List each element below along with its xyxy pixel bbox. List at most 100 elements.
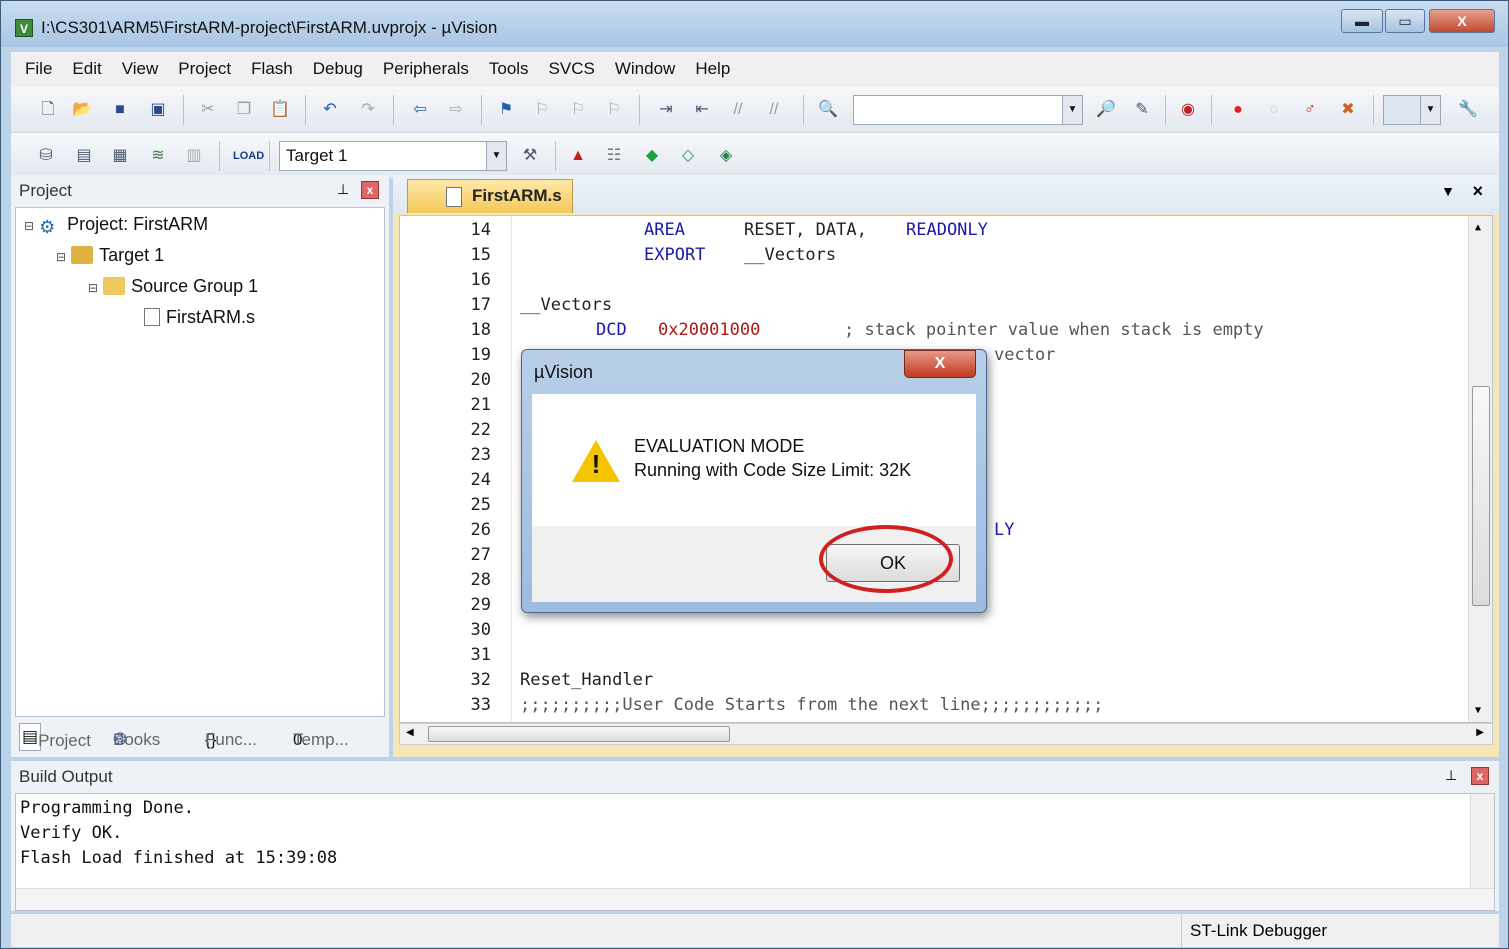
new-file-icon[interactable]: 🗋 — [37, 99, 59, 121]
line-number: 14 — [470, 220, 491, 240]
window-layout-dropdown[interactable]: ▼ — [1383, 95, 1441, 125]
build-output-text[interactable]: Programming Done. Verify OK. Flash Load … — [15, 793, 1495, 911]
line-number: 29 — [470, 595, 491, 615]
undo-icon[interactable]: ↶ — [319, 99, 341, 121]
tree-item-source-group[interactable]: ⊟ Source Group 1 — [88, 276, 258, 297]
comment-icon[interactable]: // — [727, 99, 749, 121]
scroll-down-icon[interactable]: ▼ — [1475, 705, 1481, 716]
menu-svcs[interactable]: SVCS — [539, 52, 605, 86]
editor-tab-bar: FirstARM.s ▼ × — [393, 175, 1499, 213]
select-packs-icon[interactable]: ☷ — [603, 145, 625, 167]
configure-icon[interactable]: 🔧 — [1457, 99, 1479, 121]
stop-build-icon[interactable]: ▥ — [183, 145, 205, 167]
close-panel-icon[interactable]: x — [1471, 767, 1489, 785]
cut-icon[interactable]: ✂ — [197, 99, 219, 121]
navigate-forward-icon[interactable]: ⇨ — [445, 99, 467, 121]
toolbar-file: 🗋 📂 ■ ▣ ✂ ❐ 📋 ↶ ↷ ⇦ ⇨ ⚑ ⚐ ⚐ ⚐ ⇥ ⇤ // // … — [11, 87, 1499, 133]
tree-item-project[interactable]: ⊟ ⚙ Project: FirstARM — [24, 214, 208, 237]
disable-breakpoint-icon[interactable]: ○ — [1263, 99, 1285, 121]
status-bar: ST-Link Debugger — [11, 913, 1499, 948]
menu-debug[interactable]: Debug — [303, 52, 373, 86]
open-file-icon[interactable]: 📂 — [71, 99, 93, 121]
dialog-body: ! EVALUATION MODE Running with Code Size… — [532, 394, 976, 526]
find-combo[interactable]: ▼ — [853, 95, 1083, 125]
rebuild-icon[interactable]: ▦ — [109, 145, 131, 167]
prev-bookmark-icon[interactable]: ⚐ — [531, 99, 553, 121]
load-download-icon[interactable]: LOAD — [233, 145, 264, 167]
clear-bookmarks-icon[interactable]: ⚐ — [603, 99, 625, 121]
breakpoint-icon[interactable]: ● — [1227, 99, 1249, 121]
close-button[interactable]: X — [1429, 9, 1495, 33]
scroll-left-icon[interactable]: ◀ — [406, 727, 414, 738]
disable-all-breakpoints-icon[interactable]: ♂ — [1299, 99, 1321, 121]
paste-icon[interactable]: 📋 — [269, 99, 291, 121]
code-line: ;;;;;;;;;;User Code Starts from the next… — [520, 695, 1104, 715]
save-all-icon[interactable]: ▣ — [147, 99, 169, 121]
chevron-down-icon[interactable]: ▼ — [486, 142, 506, 170]
menu-tools[interactable]: Tools — [479, 52, 539, 86]
translate-icon[interactable]: ⛁ — [35, 145, 57, 167]
uncomment-icon[interactable]: // — [763, 99, 785, 121]
project-icon: ⚙ — [39, 217, 56, 237]
tab-list-chevron-icon[interactable]: ▼ — [1441, 183, 1455, 199]
menu-project[interactable]: Project — [168, 52, 241, 86]
tree-item-file[interactable]: FirstARM.s — [144, 307, 255, 328]
incremental-find-icon[interactable]: 🔎 — [1095, 99, 1117, 121]
debug-session-icon[interactable]: ✎ — [1131, 99, 1153, 121]
tab-project[interactable]: ▤ Project — [19, 723, 91, 751]
tree-item-target[interactable]: ⊟ Target 1 — [56, 245, 164, 266]
indent-icon[interactable]: ⇥ — [655, 99, 677, 121]
tab-firstarm-s[interactable]: FirstARM.s — [407, 179, 573, 213]
menu-view[interactable]: View — [112, 52, 169, 86]
close-panel-icon[interactable]: x — [361, 181, 379, 199]
code-line: __Vectors — [744, 245, 837, 265]
scrollbar-thumb[interactable] — [428, 726, 730, 742]
chevron-down-icon[interactable]: ▼ — [1062, 96, 1082, 124]
editor-vertical-scrollbar[interactable]: ▲ ▼ — [1468, 216, 1492, 722]
chevron-down-icon[interactable]: ▼ — [1420, 96, 1440, 124]
line-number: 16 — [470, 270, 491, 290]
save-icon[interactable]: ■ — [109, 99, 131, 121]
kill-breakpoints-icon[interactable]: ✖ — [1337, 99, 1359, 121]
dialog-close-button[interactable]: X — [904, 350, 976, 378]
menu-peripherals[interactable]: Peripherals — [373, 52, 479, 86]
code-line: DCD — [596, 320, 627, 340]
pin-icon[interactable]: ⊥ — [1445, 767, 1457, 784]
project-panel-header: Project — [19, 181, 72, 200]
navigate-back-icon[interactable]: ⇦ — [409, 99, 431, 121]
menu-window[interactable]: Window — [605, 52, 685, 86]
code-line: RESET, DATA, — [744, 220, 878, 240]
redo-icon[interactable]: ↷ — [357, 99, 379, 121]
pack-installer-icon[interactable]: ◇ — [677, 145, 699, 167]
scrollbar-thumb[interactable] — [1472, 386, 1490, 606]
scroll-up-icon[interactable]: ▲ — [1475, 222, 1481, 233]
editor-horizontal-scrollbar[interactable]: ◀ ▶ — [399, 723, 1493, 745]
menu-help[interactable]: Help — [685, 52, 740, 86]
minimize-button[interactable]: ▬ — [1341, 9, 1383, 33]
batch-build-icon[interactable]: ≋ — [147, 145, 169, 167]
bookmark-icon[interactable]: ⚑ — [495, 99, 517, 121]
target-select[interactable]: Target 1 ▼ — [279, 141, 507, 171]
line-number: 15 — [470, 245, 491, 265]
menu-edit[interactable]: Edit — [62, 52, 111, 86]
menu-file[interactable]: File — [11, 52, 62, 86]
code-line: __Vectors — [520, 295, 613, 315]
component-icon[interactable]: ◈ — [715, 145, 737, 167]
output-horizontal-scrollbar[interactable] — [16, 888, 1494, 910]
menu-flash[interactable]: Flash — [241, 52, 303, 86]
target-select-value: Target 1 — [286, 146, 348, 165]
manage-rte-icon[interactable]: ◆ — [641, 145, 663, 167]
start-debug-icon[interactable]: ◉ — [1177, 99, 1199, 121]
manage-project-items-icon[interactable]: ▲ — [567, 145, 589, 167]
copy-icon[interactable]: ❐ — [233, 99, 255, 121]
maximize-button[interactable]: ▭ — [1385, 9, 1425, 33]
unindent-icon[interactable]: ⇤ — [691, 99, 713, 121]
close-tab-icon[interactable]: × — [1472, 181, 1483, 202]
pin-icon[interactable]: ⊥ — [337, 181, 349, 198]
build-icon[interactable]: ▤ — [73, 145, 95, 167]
target-options-icon[interactable]: ⚒ — [519, 145, 541, 167]
next-bookmark-icon[interactable]: ⚐ — [567, 99, 589, 121]
find-in-files-icon[interactable]: 🔍 — [817, 99, 839, 121]
scroll-right-icon[interactable]: ▶ — [1476, 727, 1484, 738]
output-vertical-scrollbar[interactable] — [1470, 794, 1494, 888]
